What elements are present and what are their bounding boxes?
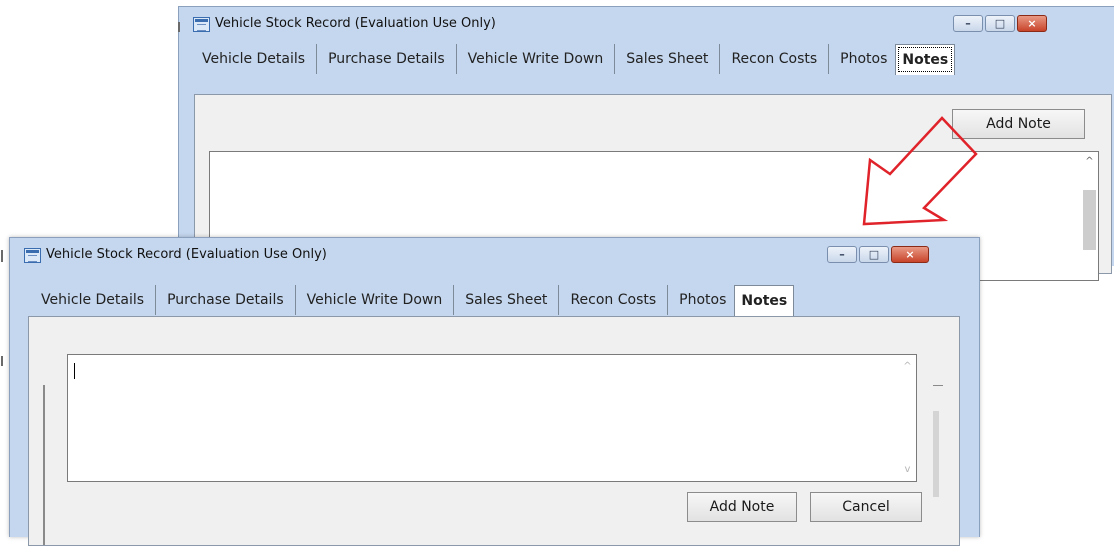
maximize-icon[interactable]: □ [985, 15, 1015, 32]
front-titlebar: Vehicle Stock Record (Evaluation Use Onl… [10, 238, 979, 272]
scroll-down-icon[interactable]: v [899, 464, 916, 475]
tab-vehicle-write-down[interactable]: Vehicle Write Down [296, 285, 455, 315]
back-scroll-thumb[interactable] [1083, 190, 1096, 250]
tab-photos[interactable]: Photos [668, 285, 734, 315]
front-window-title: Vehicle Stock Record (Evaluation Use Onl… [46, 247, 327, 262]
tab-vehicle-details[interactable]: Vehicle Details [191, 44, 318, 74]
note-textarea[interactable]: ^ v [67, 354, 917, 482]
scroll-up-icon[interactable]: ^ [899, 361, 916, 372]
tab-vehicle-write-down[interactable]: Vehicle Write Down [457, 44, 616, 74]
tab-photos[interactable]: Photos [829, 44, 895, 74]
tab-purchase-details[interactable]: Purchase Details [156, 285, 296, 315]
front-window: Vehicle Stock Record (Evaluation Use Onl… [9, 237, 980, 546]
tab-vehicle-details[interactable]: Vehicle Details [30, 285, 157, 315]
tab-sales-sheet[interactable]: Sales Sheet [615, 44, 721, 74]
backdrop-scroll-thumb [933, 411, 939, 497]
tab-notes[interactable]: Notes [734, 285, 795, 316]
cancel-button[interactable]: Cancel [810, 492, 922, 522]
back-window-title: Vehicle Stock Record (Evaluation Use Onl… [215, 16, 496, 31]
app-window-icon [193, 17, 210, 32]
minimize-icon[interactable]: – [827, 246, 857, 263]
back-tab-strip: Vehicle Details Purchase Details Vehicle… [191, 44, 956, 75]
tab-notes[interactable]: Notes [895, 44, 956, 75]
app-window-icon [24, 248, 41, 263]
background-fragment [1, 356, 3, 366]
backdrop-frame-edge [43, 385, 45, 545]
maximize-icon[interactable]: □ [859, 246, 889, 263]
front-notes-panel: ^ v Add Note Cancel [28, 316, 960, 546]
backdrop-frame-edge [933, 385, 943, 386]
tab-recon-costs[interactable]: Recon Costs [559, 285, 669, 315]
back-titlebar: Vehicle Stock Record (Evaluation Use Onl… [179, 7, 1114, 41]
note-scrollbar[interactable]: ^ v [899, 355, 916, 481]
back-notes-scrollbar[interactable]: ^ [1081, 152, 1098, 280]
background-fragment [1, 250, 3, 262]
scroll-up-icon[interactable]: ^ [1081, 156, 1098, 167]
tab-sales-sheet[interactable]: Sales Sheet [454, 285, 560, 315]
tab-purchase-details[interactable]: Purchase Details [317, 44, 457, 74]
front-tab-strip: Vehicle Details Purchase Details Vehicle… [30, 285, 795, 316]
background-fragment [178, 22, 180, 32]
minimize-icon[interactable]: – [953, 15, 983, 32]
close-icon[interactable]: × [891, 246, 929, 263]
close-icon[interactable]: × [1017, 15, 1047, 32]
red-arrow [862, 116, 978, 226]
text-caret [74, 363, 75, 379]
add-note-button[interactable]: Add Note [687, 492, 797, 522]
tab-recon-costs[interactable]: Recon Costs [720, 44, 830, 74]
